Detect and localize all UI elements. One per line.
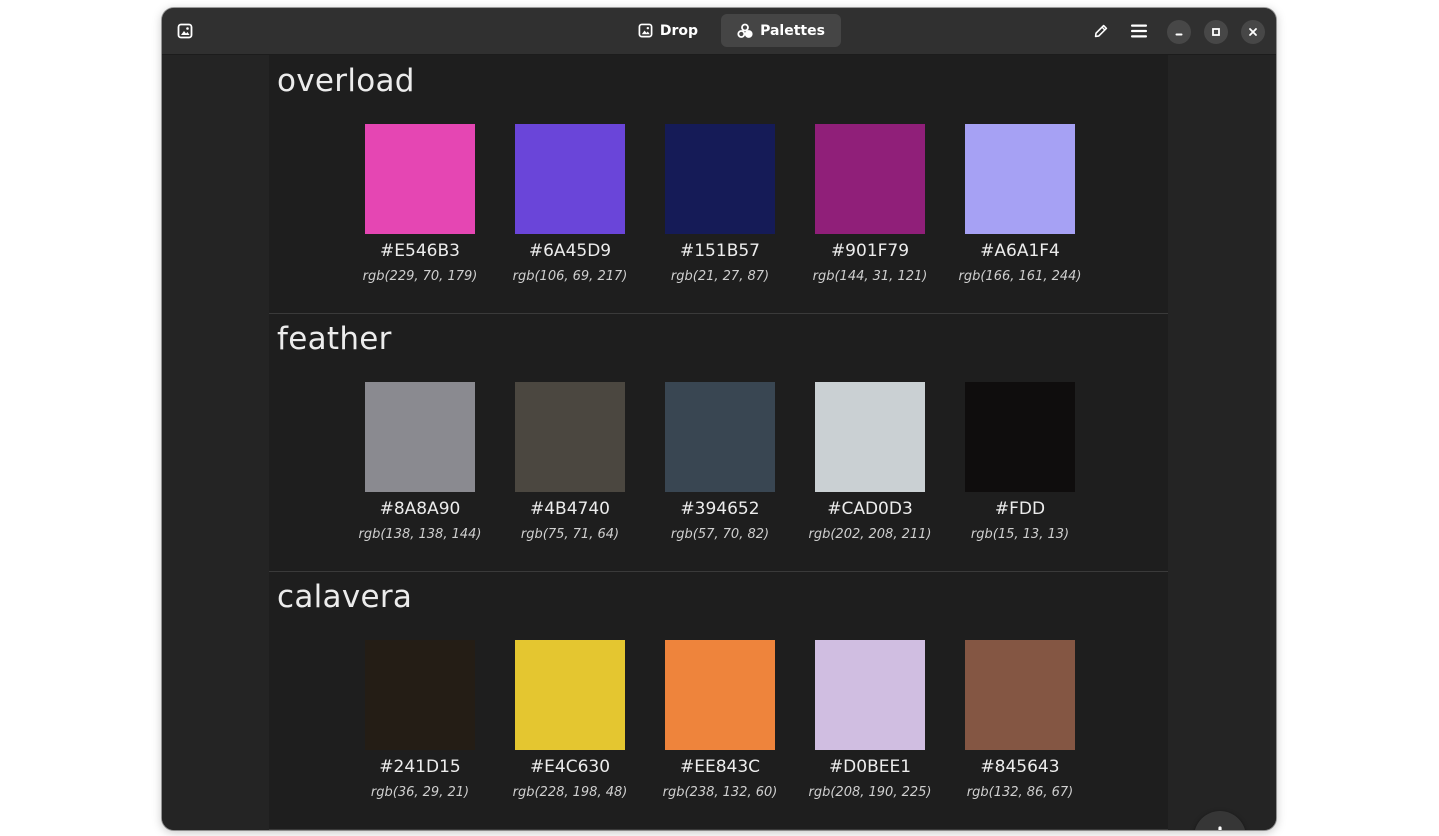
color-rgb[interactable]: rgb(166, 161, 244) (945, 269, 1095, 284)
color-rgb[interactable]: rgb(229, 70, 179) (345, 269, 495, 284)
image-icon (638, 23, 653, 38)
color-hex[interactable]: #E546B3 (345, 241, 495, 261)
palette-name: overload (277, 63, 415, 99)
color-item: #CAD0D3 rgb(202, 208, 211) (795, 382, 945, 552)
tab-palettes-label: Palettes (760, 22, 825, 39)
color-hex[interactable]: #151B57 (645, 241, 795, 261)
color-hex[interactable]: #4B4740 (495, 499, 645, 519)
color-item: #6A45D9 rgb(106, 69, 217) (495, 124, 645, 294)
color-swatch[interactable] (815, 382, 925, 492)
minimize-button[interactable] (1167, 20, 1191, 44)
minimize-icon (1175, 33, 1183, 36)
color-swatch[interactable] (965, 124, 1075, 234)
color-swatch[interactable] (365, 124, 475, 234)
color-rgb[interactable]: rgb(106, 69, 217) (495, 269, 645, 284)
close-button[interactable] (1241, 20, 1265, 44)
color-swatch[interactable] (365, 640, 475, 750)
color-item: #D0BEE1 rgb(208, 190, 225) (795, 640, 945, 810)
color-rgb[interactable]: rgb(238, 132, 60) (645, 785, 795, 800)
main-menu-button[interactable] (1124, 16, 1154, 46)
color-hex[interactable]: #241D15 (345, 757, 495, 777)
color-swatch[interactable] (815, 124, 925, 234)
color-swatch[interactable] (515, 124, 625, 234)
tab-drop-label: Drop (659, 22, 699, 39)
color-swatch[interactable] (665, 382, 775, 492)
color-hex[interactable]: #394652 (645, 499, 795, 519)
color-hex[interactable]: #A6A1F4 (945, 241, 1095, 261)
plus-icon (1218, 826, 1222, 830)
tab-palettes[interactable]: Palettes (721, 14, 841, 47)
color-rgb[interactable]: rgb(208, 190, 225) (795, 785, 945, 800)
color-rgb[interactable]: rgb(202, 208, 211) (795, 527, 945, 542)
header-bar: Drop Palettes (162, 8, 1276, 55)
color-hex[interactable]: #CAD0D3 (795, 499, 945, 519)
pick-color-button[interactable] (1086, 16, 1116, 46)
maximize-button[interactable] (1204, 20, 1228, 44)
color-swatch[interactable] (965, 382, 1075, 492)
color-item: #394652 rgb(57, 70, 82) (645, 382, 795, 552)
maximize-icon (1212, 28, 1220, 36)
color-item: #EE843C rgb(238, 132, 60) (645, 640, 795, 810)
color-swatch[interactable] (665, 124, 775, 234)
color-item: #FDD rgb(15, 13, 13) (945, 382, 1095, 552)
color-hex[interactable]: #8A8A90 (345, 499, 495, 519)
color-item: #8A8A90 rgb(138, 138, 144) (345, 382, 495, 552)
color-hex[interactable]: #EE843C (645, 757, 795, 777)
color-hex[interactable]: #901F79 (795, 241, 945, 261)
color-swatch[interactable] (965, 640, 1075, 750)
color-hex[interactable]: #E4C630 (495, 757, 645, 777)
color-rgb[interactable]: rgb(138, 138, 144) (345, 527, 495, 542)
color-hex[interactable]: #845643 (945, 757, 1095, 777)
color-item: #845643 rgb(132, 86, 67) (945, 640, 1095, 810)
color-item: #901F79 rgb(144, 31, 121) (795, 124, 945, 294)
close-icon (1249, 28, 1257, 36)
pencil-icon (1094, 24, 1108, 38)
image-icon (177, 23, 193, 39)
palette-card: overload #E546B3 rgb(229, 70, 179) #6A45… (269, 55, 1168, 314)
palettes-view: overload #E546B3 rgb(229, 70, 179) #6A45… (162, 55, 1276, 830)
color-rgb[interactable]: rgb(15, 13, 13) (945, 527, 1095, 542)
color-hex[interactable]: #FDD (945, 499, 1095, 519)
palette-list: overload #E546B3 rgb(229, 70, 179) #6A45… (269, 55, 1168, 830)
tab-drop[interactable]: Drop (618, 14, 718, 47)
color-swatch[interactable] (815, 640, 925, 750)
color-item: #A6A1F4 rgb(166, 161, 244) (945, 124, 1095, 294)
color-rgb[interactable]: rgb(57, 70, 82) (645, 527, 795, 542)
color-rgb[interactable]: rgb(144, 31, 121) (795, 269, 945, 284)
color-rgb[interactable]: rgb(36, 29, 21) (345, 785, 495, 800)
palette-card: feather #8A8A90 rgb(138, 138, 144) #4B47… (269, 313, 1168, 572)
add-palette-button[interactable] (1194, 811, 1246, 830)
color-item: #E4C630 rgb(228, 198, 48) (495, 640, 645, 810)
app-icon-button[interactable] (170, 16, 200, 46)
color-item: #151B57 rgb(21, 27, 87) (645, 124, 795, 294)
palette-icon (737, 23, 753, 38)
color-swatch[interactable] (665, 640, 775, 750)
color-item: #4B4740 rgb(75, 71, 64) (495, 382, 645, 552)
color-hex[interactable]: #6A45D9 (495, 241, 645, 261)
color-swatch[interactable] (515, 382, 625, 492)
color-rgb[interactable]: rgb(21, 27, 87) (645, 269, 795, 284)
color-rgb[interactable]: rgb(75, 71, 64) (495, 527, 645, 542)
color-hex[interactable]: #D0BEE1 (795, 757, 945, 777)
color-rgb[interactable]: rgb(132, 86, 67) (945, 785, 1095, 800)
color-rgb[interactable]: rgb(228, 198, 48) (495, 785, 645, 800)
color-swatch[interactable] (365, 382, 475, 492)
color-swatch[interactable] (515, 640, 625, 750)
hamburger-menu-icon (1131, 24, 1147, 38)
color-item: #E546B3 rgb(229, 70, 179) (345, 124, 495, 294)
color-item: #241D15 rgb(36, 29, 21) (345, 640, 495, 810)
palette-card: calavera #241D15 rgb(36, 29, 21) #E4C630… (269, 571, 1168, 830)
palette-name: feather (277, 321, 392, 357)
palette-name: calavera (277, 579, 413, 615)
app-window: Drop Palettes overload #E546B3 rgb(229, … (162, 8, 1276, 830)
